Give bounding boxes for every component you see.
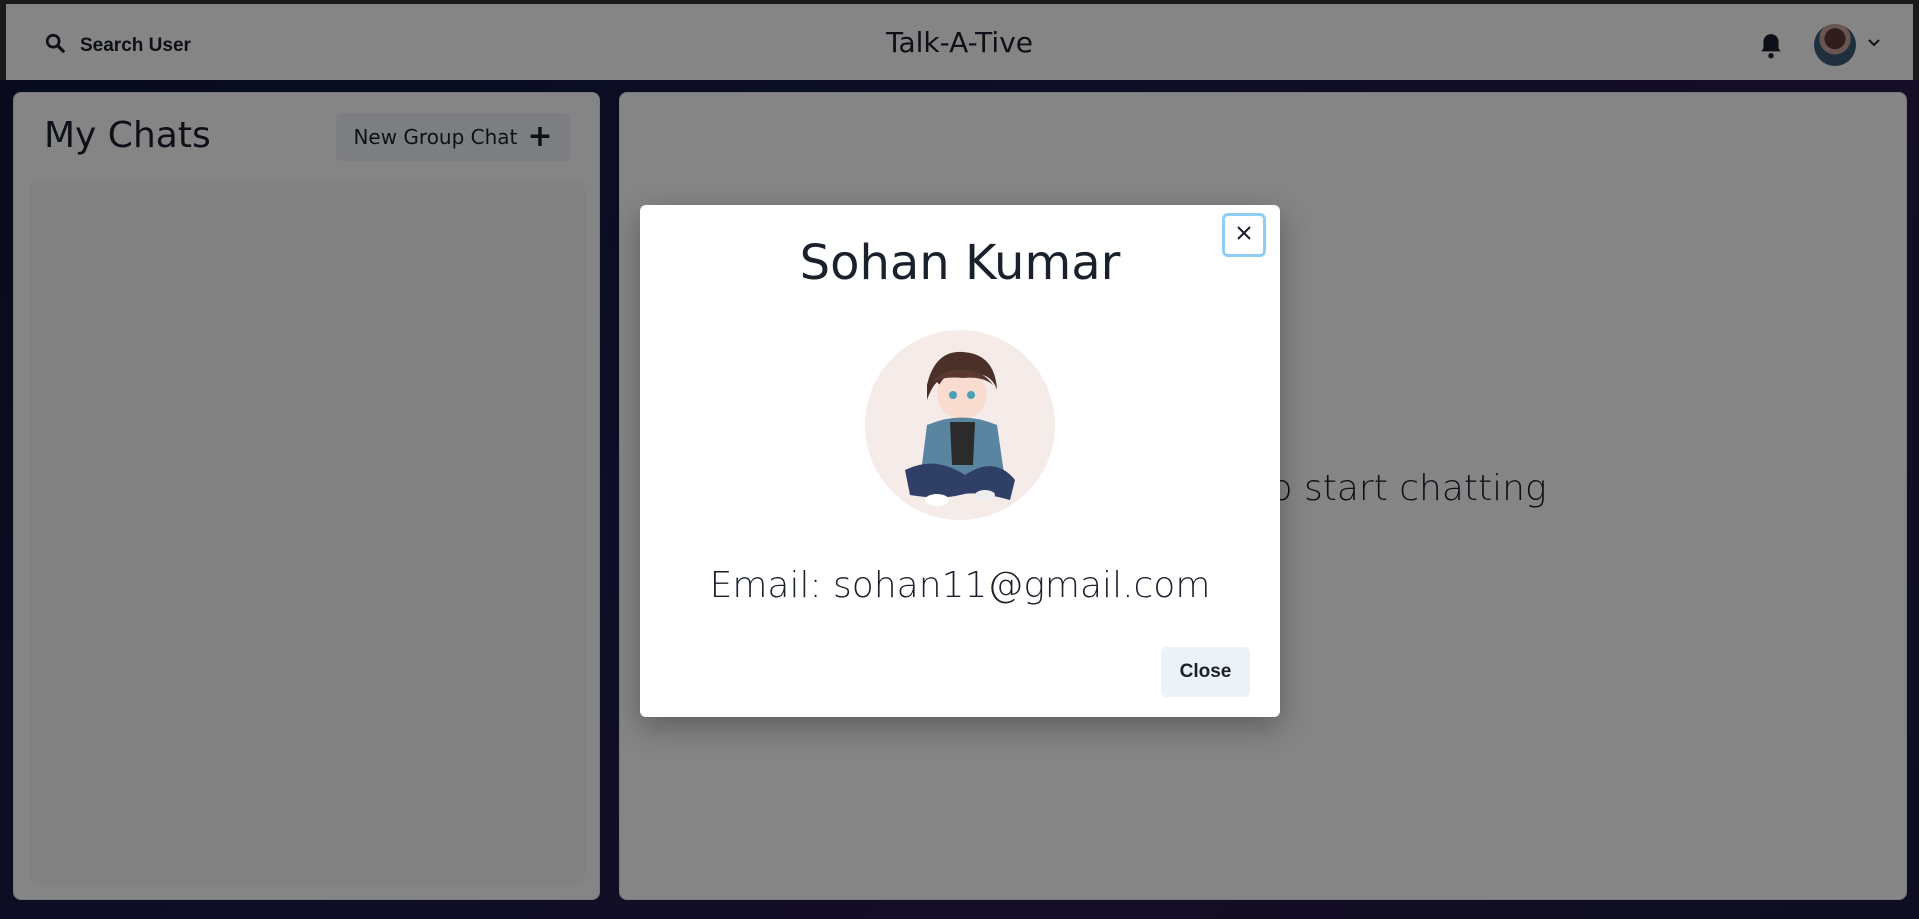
modal-close-button[interactable]: Close xyxy=(1161,647,1250,697)
modal-email: Email: sohan11@gmail.com xyxy=(709,565,1211,606)
close-icon xyxy=(1235,224,1253,247)
modal-title: Sohan Kumar xyxy=(799,235,1121,291)
modal-close-x-button[interactable] xyxy=(1222,213,1266,257)
profile-modal: Sohan Kumar Email: sohan11@gmail.com Clo… xyxy=(640,205,1280,717)
profile-picture xyxy=(865,330,1055,520)
